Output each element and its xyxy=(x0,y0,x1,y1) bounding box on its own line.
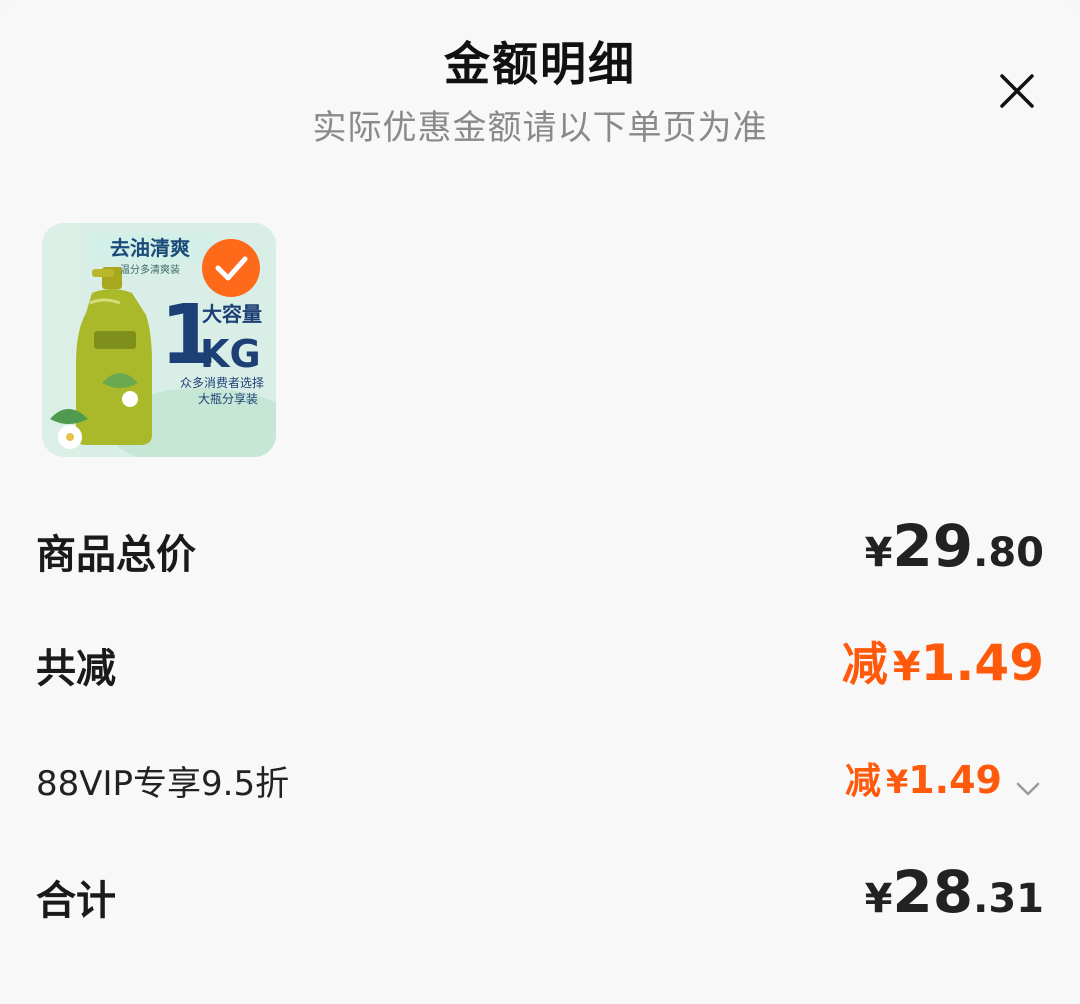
total-discount-value: 减 ¥1.49 xyxy=(841,634,1044,692)
vip-discount-label: 88VIP专享9.5折 xyxy=(36,764,290,804)
grand-total-price: ¥28.31 xyxy=(864,858,1044,926)
close-icon xyxy=(1000,74,1034,108)
vip-discount-row[interactable]: 88VIP专享9.5折 减 ¥1.49 xyxy=(36,748,1044,818)
product-tagline-1: 众多消费者选择 xyxy=(180,376,264,390)
product-image: 去油清爽 温分多清爽装 1 大容量 KG 众多消费者选择 大瓶分享装 xyxy=(42,223,276,457)
page-subtitle: 实际优惠金额请以下单页为准 xyxy=(312,108,768,148)
chevron-down-icon[interactable] xyxy=(1012,773,1044,805)
product-badge-sub: 温分多清爽装 xyxy=(120,263,180,276)
selected-check-icon xyxy=(202,239,260,297)
grand-total-row: 合计 ¥28.31 xyxy=(36,858,1044,928)
vip-discount-value: 减 ¥1.49 xyxy=(845,752,1044,805)
subtotal-price: ¥29.80 xyxy=(864,512,1044,580)
page-title: 金额明细 xyxy=(444,37,636,91)
amount-detail-sheet: 金额明细 实际优惠金额请以下单页为准 去油清爽 温分多清爽装 1 大容量 KG … xyxy=(0,0,1080,1004)
product-size-unit: KG xyxy=(200,332,261,376)
product-thumbnail[interactable]: 去油清爽 温分多清爽装 1 大容量 KG 众多消费者选择 大瓶分享装 xyxy=(42,223,276,457)
subtotal-label: 商品总价 xyxy=(36,532,196,578)
close-button[interactable] xyxy=(994,68,1040,114)
product-tagline-2: 大瓶分享装 xyxy=(198,391,258,406)
total-discount-label: 共减 xyxy=(36,646,116,692)
subtotal-row: 商品总价 ¥29.80 xyxy=(36,512,1044,582)
grand-total-label: 合计 xyxy=(36,878,116,924)
product-size-label: 大容量 xyxy=(202,302,262,326)
product-badge-title: 去油清爽 xyxy=(110,236,190,260)
total-discount-row: 共减 减 ¥1.49 xyxy=(36,628,1044,698)
